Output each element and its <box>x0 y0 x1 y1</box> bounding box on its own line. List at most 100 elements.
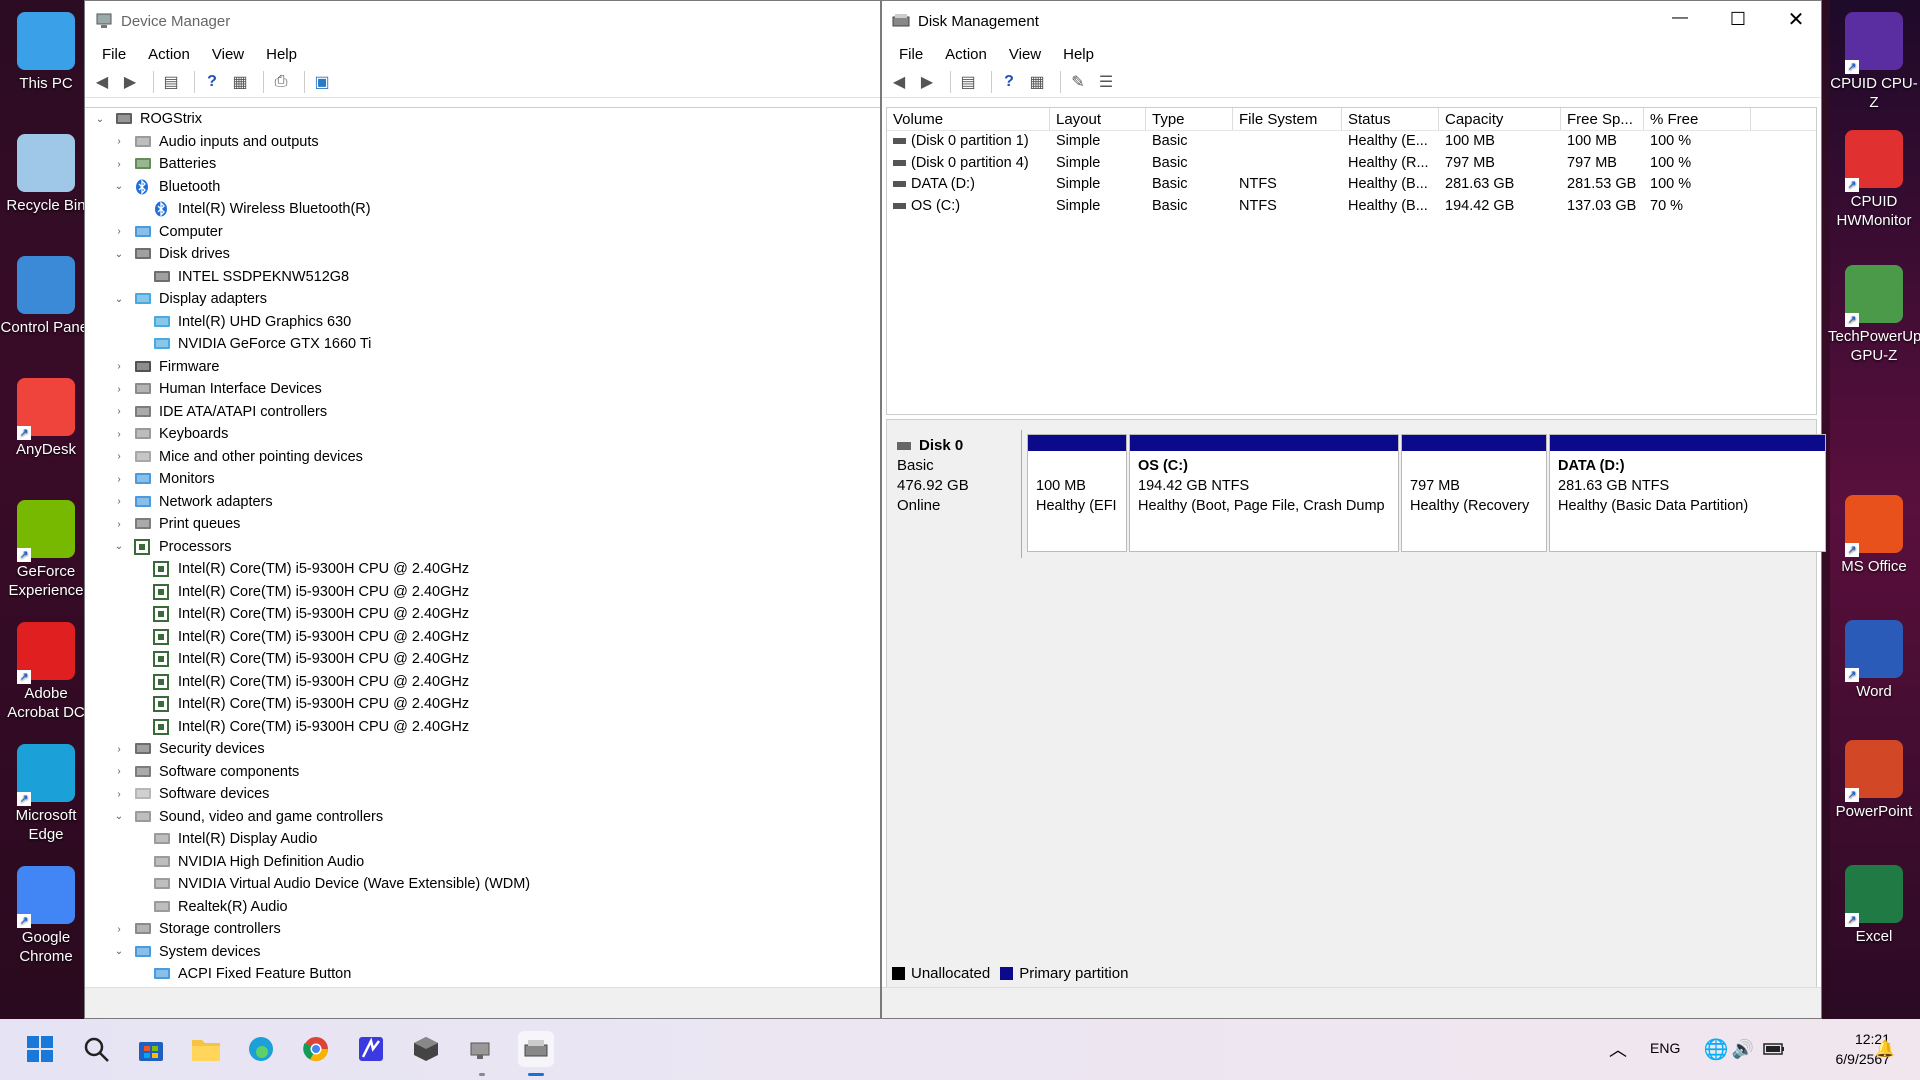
device-manager-taskbar-icon[interactable] <box>463 1031 499 1067</box>
chevron-down-icon[interactable]: ⌄ <box>93 114 107 125</box>
tree-category[interactable]: › Computer <box>85 221 880 244</box>
column-header[interactable]: Capacity <box>1439 108 1561 130</box>
menu-file[interactable]: File <box>91 46 137 63</box>
chevron-right-icon[interactable]: › <box>112 159 126 170</box>
chevron-right-icon[interactable]: › <box>112 136 126 147</box>
desktop-icon-edge[interactable]: ↗ Microsoft Edge <box>0 744 92 844</box>
chevron-right-icon[interactable]: › <box>112 924 126 935</box>
forward-icon[interactable]: ▶ <box>916 72 938 92</box>
table-row[interactable]: OS (C:) Simple Basic NTFS Healthy (B... 194.4… <box>887 196 1816 218</box>
tree-device-item[interactable]: NVIDIA High Definition Audio <box>85 851 880 874</box>
app-icon[interactable] <box>353 1031 389 1067</box>
desktop-icon-control-panel[interactable]: Control Panel <box>0 256 92 337</box>
tree-device-item[interactable]: Intel(R) Core(TM) i5-9300H CPU @ 2.40GHz <box>85 558 880 581</box>
tree-category[interactable]: ⌄ Disk drives <box>85 243 880 266</box>
back-icon[interactable]: ◀ <box>888 72 910 92</box>
tree-category[interactable]: ⌄ Processors <box>85 536 880 559</box>
show-hide-tree-icon[interactable]: ▤ <box>957 72 979 92</box>
table-row[interactable]: DATA (D:) Simple Basic NTFS Healthy (B... 281… <box>887 174 1816 196</box>
tree-device-item[interactable]: INTEL SSDPEKNW512G8 <box>85 266 880 289</box>
tree-device-item[interactable]: Realtek(R) Audio <box>85 896 880 919</box>
file-explorer-icon[interactable] <box>188 1031 224 1067</box>
tree-category[interactable]: › Storage controllers <box>85 918 880 941</box>
tree-device-item[interactable]: ACPI Fixed Feature Button <box>85 963 880 986</box>
chevron-right-icon[interactable]: › <box>112 474 126 485</box>
title-bar[interactable]: Disk Management — ☐ ✕ <box>882 1 1821 41</box>
tree-category[interactable]: › Firmware <box>85 356 880 379</box>
partition-block[interactable]: DATA (D:) 281.63 GB NTFS Healthy (Basic Da… <box>1549 434 1826 552</box>
desktop-icon-office[interactable]: ↗ MS Office <box>1828 495 1920 576</box>
scan-hardware-icon[interactable]: ⎙ <box>270 72 292 92</box>
tree-category[interactable]: › Keyboards <box>85 423 880 446</box>
chevron-up-icon[interactable]: ︿ <box>1600 1031 1636 1067</box>
tree-device-item[interactable]: Intel(R) Core(TM) i5-9300H CPU @ 2.40GHz <box>85 581 880 604</box>
chevron-right-icon[interactable]: › <box>112 226 126 237</box>
disk-0-label[interactable]: Disk 0 Basic 476.92 GB Online <box>887 430 1022 558</box>
tree-category[interactable]: › Software devices <box>85 783 880 806</box>
tree-category[interactable]: ⌄ Sound, video and game controllers <box>85 806 880 829</box>
desktop-icon-geforce[interactable]: ↗ GeForce Experience <box>0 500 92 600</box>
desktop-icon-word[interactable]: ↗ Word <box>1828 620 1920 701</box>
help-icon[interactable]: ? <box>998 72 1020 92</box>
column-header[interactable]: Type <box>1146 108 1233 130</box>
chevron-down-icon[interactable]: ⌄ <box>112 249 126 260</box>
chevron-down-icon[interactable]: ⌄ <box>112 294 126 305</box>
title-bar[interactable]: Device Manager <box>85 1 880 41</box>
forward-icon[interactable]: ▶ <box>119 72 141 92</box>
desktop-icon-chrome[interactable]: ↗ Google Chrome <box>0 866 92 966</box>
chevron-down-icon[interactable]: ⌄ <box>112 541 126 552</box>
tree-category[interactable]: › Batteries <box>85 153 880 176</box>
partition-block[interactable]: OS (C:) 194.42 GB NTFS Healthy (Boot, Page… <box>1129 434 1399 552</box>
start-button[interactable] <box>22 1031 58 1067</box>
tree-device-item[interactable]: Intel(R) Core(TM) i5-9300H CPU @ 2.40GHz <box>85 603 880 626</box>
desktop-icon-excel[interactable]: ↗ Excel <box>1828 865 1920 946</box>
show-hide-tree-icon[interactable]: ▤ <box>160 72 182 92</box>
desktop-icon-monitor[interactable]: This PC <box>0 12 92 93</box>
store-icon[interactable] <box>133 1031 169 1067</box>
tree-device-item[interactable]: Intel(R) Core(TM) i5-9300H CPU @ 2.40GHz <box>85 626 880 649</box>
tree-device-item[interactable]: Intel(R) UHD Graphics 630 <box>85 311 880 334</box>
properties-icon[interactable]: ▦ <box>1026 72 1048 92</box>
tree-category[interactable]: › Mice and other pointing devices <box>85 446 880 469</box>
chevron-right-icon[interactable]: › <box>112 384 126 395</box>
notification-bell-icon[interactable]: 🔔 <box>1870 1031 1900 1067</box>
menu-view[interactable]: View <box>201 46 255 63</box>
list-view-icon[interactable]: ☰ <box>1095 72 1117 92</box>
tree-device-item[interactable]: Intel(R) Core(TM) i5-9300H CPU @ 2.40GHz <box>85 648 880 671</box>
language-indicator[interactable]: ENG <box>1650 1040 1680 1056</box>
chrome-icon[interactable] <box>298 1031 334 1067</box>
tree-device-item[interactable]: NVIDIA Virtual Audio Device (Wave Extens… <box>85 873 880 896</box>
desktop-icon-recycle-bin[interactable]: Recycle Bin <box>0 134 92 215</box>
partition-block[interactable]: 100 MB Healthy (EFI <box>1027 434 1127 552</box>
maximize-button[interactable]: ☐ <box>1718 9 1758 30</box>
disk-management-window[interactable]: Disk Management — ☐ ✕ File Action View H… <box>881 0 1826 1019</box>
tree-category[interactable]: ⌄ Bluetooth <box>85 176 880 199</box>
column-header[interactable]: Status <box>1342 108 1439 130</box>
menu-action[interactable]: Action <box>137 46 201 63</box>
tree-category[interactable]: ⌄ Display adapters <box>85 288 880 311</box>
menu-action[interactable]: Action <box>934 46 998 63</box>
tree-device-item[interactable]: Intel(R) Core(TM) i5-9300H CPU @ 2.40GHz <box>85 716 880 739</box>
chevron-right-icon[interactable]: › <box>112 496 126 507</box>
tree-category[interactable]: › Network adapters <box>85 491 880 514</box>
partition-block[interactable]: 797 MB Healthy (Recovery <box>1401 434 1547 552</box>
column-header[interactable]: Volume <box>887 108 1050 130</box>
menu-file[interactable]: File <box>888 46 934 63</box>
tree-category[interactable]: › Monitors <box>85 468 880 491</box>
menu-help[interactable]: Help <box>255 46 308 63</box>
column-header[interactable]: File System <box>1233 108 1342 130</box>
tree-root[interactable]: ⌄ ROGStrix <box>85 108 880 131</box>
chevron-right-icon[interactable]: › <box>112 789 126 800</box>
desktop-icon-anydesk[interactable]: ↗ AnyDesk <box>0 378 92 459</box>
disk-management-taskbar-icon[interactable] <box>518 1031 554 1067</box>
chevron-down-icon[interactable]: ⌄ <box>112 811 126 822</box>
connect-icon[interactable]: ✎ <box>1067 72 1089 92</box>
desktop-icon-hwmonitor[interactable]: ↗ CPUID HWMonitor <box>1828 130 1920 230</box>
back-icon[interactable]: ◀ <box>91 72 113 92</box>
tree-category[interactable]: › Audio inputs and outputs <box>85 131 880 154</box>
search-icon[interactable] <box>78 1031 114 1067</box>
column-header[interactable]: % Free <box>1644 108 1751 130</box>
chevron-right-icon[interactable]: › <box>112 451 126 462</box>
table-row[interactable]: (Disk 0 partition 4) Simple Basic Healthy (… <box>887 153 1816 175</box>
edge-icon[interactable] <box>243 1031 279 1067</box>
